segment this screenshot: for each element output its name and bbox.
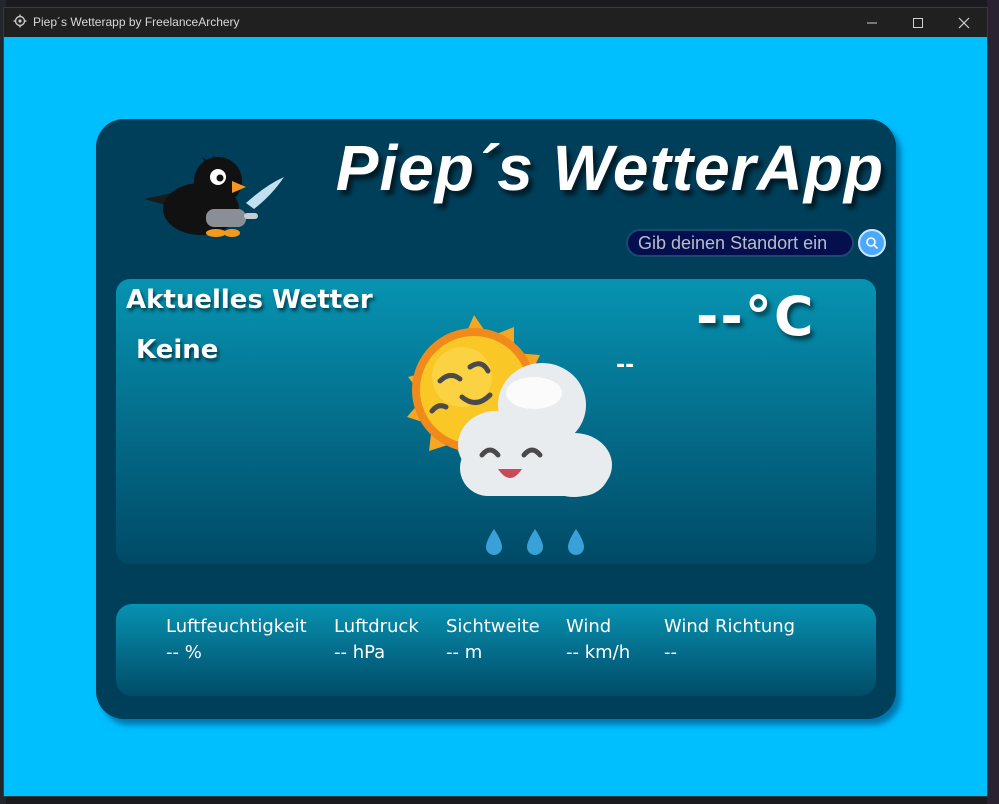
wind-detail: Wind -- km/h (566, 616, 630, 663)
current-weather-panel: Aktuelles Wetter Keine --°C -- (116, 279, 876, 564)
app-window: Piep´s Wetterapp by FreelanceArchery Pie… (3, 7, 988, 797)
wind-value: -- km/h (566, 642, 631, 663)
wind-direction-detail: Wind Richtung -- (664, 616, 795, 663)
humidity-detail: Luftfeuchtigkeit -- % (166, 616, 307, 663)
maximize-icon (913, 17, 923, 28)
desktop-background-right (987, 0, 999, 804)
title-bar[interactable]: Piep´s Wetterapp by FreelanceArchery (4, 8, 987, 37)
search-button[interactable] (858, 229, 886, 257)
pressure-label: Luftdruck (334, 616, 419, 637)
visibility-label: Sichtweite (446, 616, 540, 637)
wind-label: Wind (566, 616, 612, 637)
visibility-value: -- m (446, 642, 483, 663)
app-title: Piep´s WetterApp (335, 132, 884, 204)
weather-details-panel: Luftfeuchtigkeit -- % Luftdruck -- hPa S… (116, 604, 876, 696)
humidity-label: Luftfeuchtigkeit (166, 616, 307, 637)
current-weather-title: Aktuelles Wetter (126, 285, 373, 315)
pressure-value: -- hPa (334, 642, 386, 663)
weather-card: Piep´s WetterApp Aktuelles Wetter Keine … (96, 119, 896, 719)
wind-direction-label: Wind Richtung (664, 616, 796, 637)
close-icon (958, 17, 970, 28)
sun-cloud-rain-icon (407, 315, 612, 555)
location-name: Keine (136, 335, 219, 365)
humidity-value: -- % (166, 642, 202, 663)
wind-direction-value: -- (664, 642, 677, 663)
minimize-icon (867, 22, 877, 23)
search-icon (866, 237, 879, 250)
minimize-button[interactable] (849, 8, 895, 37)
close-button[interactable] (941, 8, 987, 37)
pressure-detail: Luftdruck -- hPa (334, 616, 419, 663)
app-gear-icon (13, 14, 27, 28)
bird-mascot-icon (144, 155, 284, 237)
location-search-input[interactable] (626, 229, 854, 257)
temperature-value: --°C (696, 285, 816, 348)
window-title: Piep´s Wetterapp by FreelanceArchery (33, 15, 240, 29)
visibility-detail: Sichtweite -- m (446, 616, 540, 663)
maximize-button[interactable] (895, 8, 941, 37)
